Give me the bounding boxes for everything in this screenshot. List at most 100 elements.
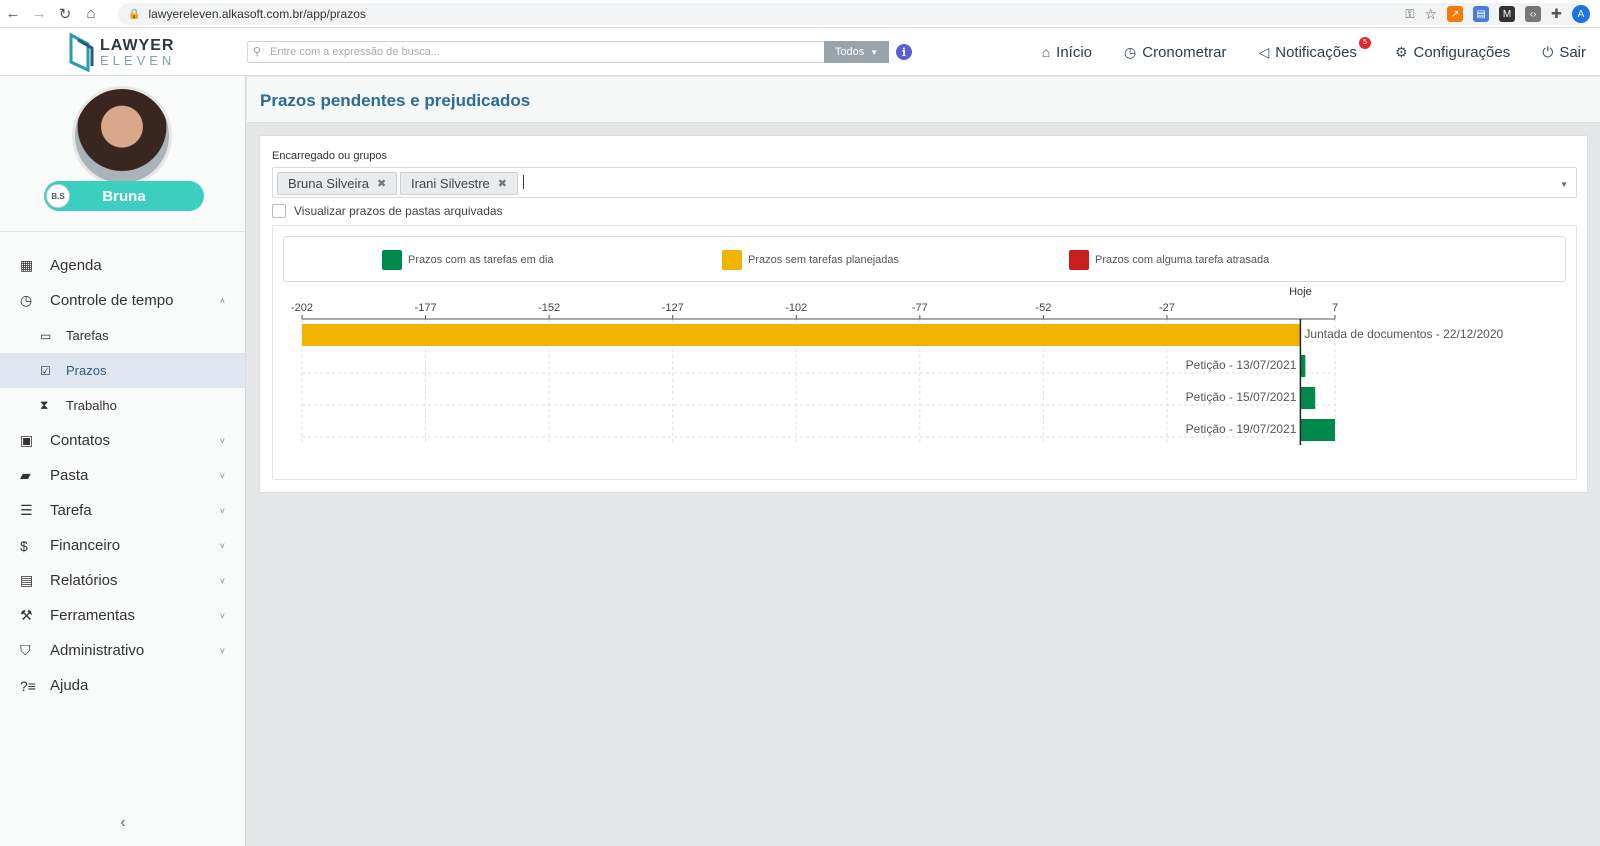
sidebar-item-label: Administrativo	[50, 642, 145, 659]
sidebar-item-pasta[interactable]: ▰ Pasta ˅	[0, 458, 245, 493]
search-input[interactable]	[247, 41, 824, 63]
archived-folders-toggle[interactable]: Visualizar prazos de pastas arquivadas	[272, 204, 503, 218]
assignee-filter-input[interactable]: Bruna Silveira ✖ Irani Silvestre ✖ ▼	[272, 167, 1577, 198]
sidebar-item-agenda[interactable]: ▦ Agenda	[0, 248, 245, 283]
deadline-bar	[1300, 419, 1335, 441]
key-icon[interactable]: ⚿	[1405, 7, 1414, 22]
browser-profile-avatar[interactable]: A	[1572, 5, 1590, 23]
sidebar-item-contatos[interactable]: ▣ Contatos ˅	[0, 423, 245, 458]
sidebar-item-label: Agenda	[50, 257, 102, 274]
star-icon[interactable]: ☆	[1425, 6, 1438, 23]
puzzle-icon[interactable]: ✚	[1551, 6, 1562, 22]
top-navigation: ⌂ Início ◷ Cronometrar ◁ Notificações 5 …	[1042, 28, 1586, 76]
page-header: Prazos pendentes e prejudicados	[247, 77, 1600, 123]
nav-cronometrar-label: Cronometrar	[1142, 43, 1227, 61]
nav-notificacoes[interactable]: ◁ Notificações 5	[1258, 36, 1371, 61]
sidebar-item-relatorios[interactable]: ▤ Relatórios ˅	[0, 563, 245, 598]
url-text: lawyereleven.alkasoft.com.br/app/prazos	[148, 7, 366, 21]
user-avatar[interactable]	[72, 86, 172, 186]
assignee-tag: Irani Silvestre ✖	[400, 172, 518, 195]
sidebar-item-ajuda[interactable]: ?≡ Ajuda	[0, 668, 245, 703]
extension-doc-icon[interactable]: ▤	[1473, 6, 1490, 22]
extension-m-icon[interactable]: M	[1499, 6, 1516, 22]
chevron-down-icon: ˅	[219, 470, 225, 481]
nav-notificacoes-label: Notificações	[1275, 43, 1357, 61]
text-cursor	[523, 175, 524, 189]
bar-label: Petição - 19/07/2021	[1186, 422, 1297, 436]
clock-icon: ◷	[1124, 43, 1137, 60]
chevron-down-icon: ˅	[219, 610, 225, 621]
sidebar-item-tarefa[interactable]: ☰ Tarefa ˅	[0, 493, 245, 528]
lawyer-eleven-logo[interactable]: LAWYER ELEVEN	[66, 31, 176, 73]
chevron-down-icon: ˅	[219, 505, 225, 516]
chevron-up-icon: ˄	[219, 295, 225, 306]
remove-tag-icon[interactable]: ✖	[498, 177, 507, 190]
lock-icon: 🔒	[128, 8, 141, 20]
reload-icon[interactable]: ↻	[52, 1, 78, 27]
megaphone-icon: ◁	[1258, 43, 1270, 60]
shield-icon: ⛉	[20, 642, 31, 658]
sidebar-item-financeiro[interactable]: $ Financeiro ˅	[0, 528, 245, 563]
sidebar-collapse-button[interactable]: ‹	[0, 814, 246, 832]
user-name-pill[interactable]: B.S Bruna	[44, 181, 204, 211]
id-card-icon: ▭	[40, 328, 52, 343]
nav-configuracoes[interactable]: ⚙ Configurações	[1395, 44, 1510, 61]
x-tick-label: -77	[912, 302, 928, 314]
x-tick-label: -127	[662, 302, 684, 314]
extension-code-icon[interactable]: ‹›	[1525, 6, 1542, 22]
bar-label: Juntada de documentos - 22/12/2020	[1304, 327, 1503, 341]
nav-inicio[interactable]: ⌂ Início	[1042, 44, 1092, 61]
sidebar-item-label: Contatos	[50, 432, 111, 449]
calendar-check-icon: ☑	[40, 363, 51, 378]
chevron-down-icon: ˅	[219, 575, 225, 586]
search-icon: ⚲	[253, 46, 262, 58]
x-tick-label: -102	[785, 302, 807, 314]
logo-text-eleven: ELEVEN	[100, 52, 176, 68]
nav-sair-label: Sair	[1559, 43, 1586, 61]
archived-checkbox[interactable]	[272, 204, 286, 218]
chevron-down-icon: ˅	[219, 540, 225, 551]
address-bar[interactable]: 🔒 lawyereleven.alkasoft.com.br/app/prazo…	[118, 3, 1588, 25]
sidebar-item-prazos[interactable]: ☑ Prazos	[0, 353, 245, 388]
list-icon: ☰	[20, 502, 33, 518]
global-search: ⚲ Todos ▼	[247, 41, 889, 63]
extension-chart-icon[interactable]: ↗	[1447, 6, 1464, 22]
dropdown-arrow-icon[interactable]: ▼	[1560, 180, 1568, 189]
forward-icon[interactable]: →	[26, 1, 52, 27]
logo-text-lawyer: LAWYER	[100, 36, 175, 54]
hourglass-icon: ⧗	[40, 398, 49, 412]
calendar-icon: ▦	[20, 257, 34, 273]
nav-inicio-label: Início	[1056, 43, 1093, 61]
sidebar-item-tarefas[interactable]: ▭ Tarefas	[0, 318, 245, 353]
x-tick-label: -27	[1159, 302, 1175, 314]
home-icon[interactable]: ⌂	[78, 1, 104, 27]
caret-down-icon: ▼	[870, 47, 879, 57]
sidebar-item-administrativo[interactable]: ⛉ Administrativo ˅	[0, 633, 245, 668]
extension-icons: ⚿ ☆ ↗ ▤ M ‹› ✚ A	[1405, 5, 1590, 23]
x-tick-label: 7	[1332, 302, 1338, 314]
nav-sair[interactable]: ⏻ Sair	[1542, 44, 1586, 61]
sidebar-item-label: Trabalho	[66, 398, 117, 413]
sidebar-item-label: Prazos	[66, 363, 107, 378]
sidebar-item-controle-de-tempo[interactable]: ◷ Controle de tempo ˄	[0, 283, 245, 318]
search-scope-dropdown[interactable]: Todos ▼	[824, 41, 889, 63]
back-icon[interactable]: ←	[0, 1, 26, 27]
nav-configuracoes-label: Configurações	[1413, 43, 1511, 61]
info-icon[interactable]: i	[896, 44, 912, 60]
sidebar-item-ferramentas[interactable]: ⚒ Ferramentas ˅	[0, 598, 245, 633]
x-tick-label: -152	[538, 302, 560, 314]
sidebar: B.S Bruna ▦ Agenda ◷ Controle de tempo ˄…	[0, 76, 246, 846]
house-icon: ⌂	[1041, 44, 1051, 60]
wrench-icon: ⚒	[20, 607, 33, 623]
user-initials: B.S	[46, 184, 70, 208]
page-title: Prazos pendentes e prejudicados	[260, 91, 531, 110]
folder-open-icon: ▰	[20, 467, 31, 483]
notification-count-badge: 5	[1358, 36, 1371, 49]
remove-tag-icon[interactable]: ✖	[377, 177, 386, 190]
sidebar-item-trabalho[interactable]: ⧗ Trabalho	[0, 388, 245, 423]
user-name: Bruna	[102, 187, 146, 205]
nav-cronometrar[interactable]: ◷ Cronometrar	[1124, 44, 1226, 61]
sidebar-item-label: Tarefas	[66, 328, 109, 343]
sidebar-item-label: Financeiro	[50, 537, 121, 554]
deadline-bar	[1300, 387, 1316, 409]
